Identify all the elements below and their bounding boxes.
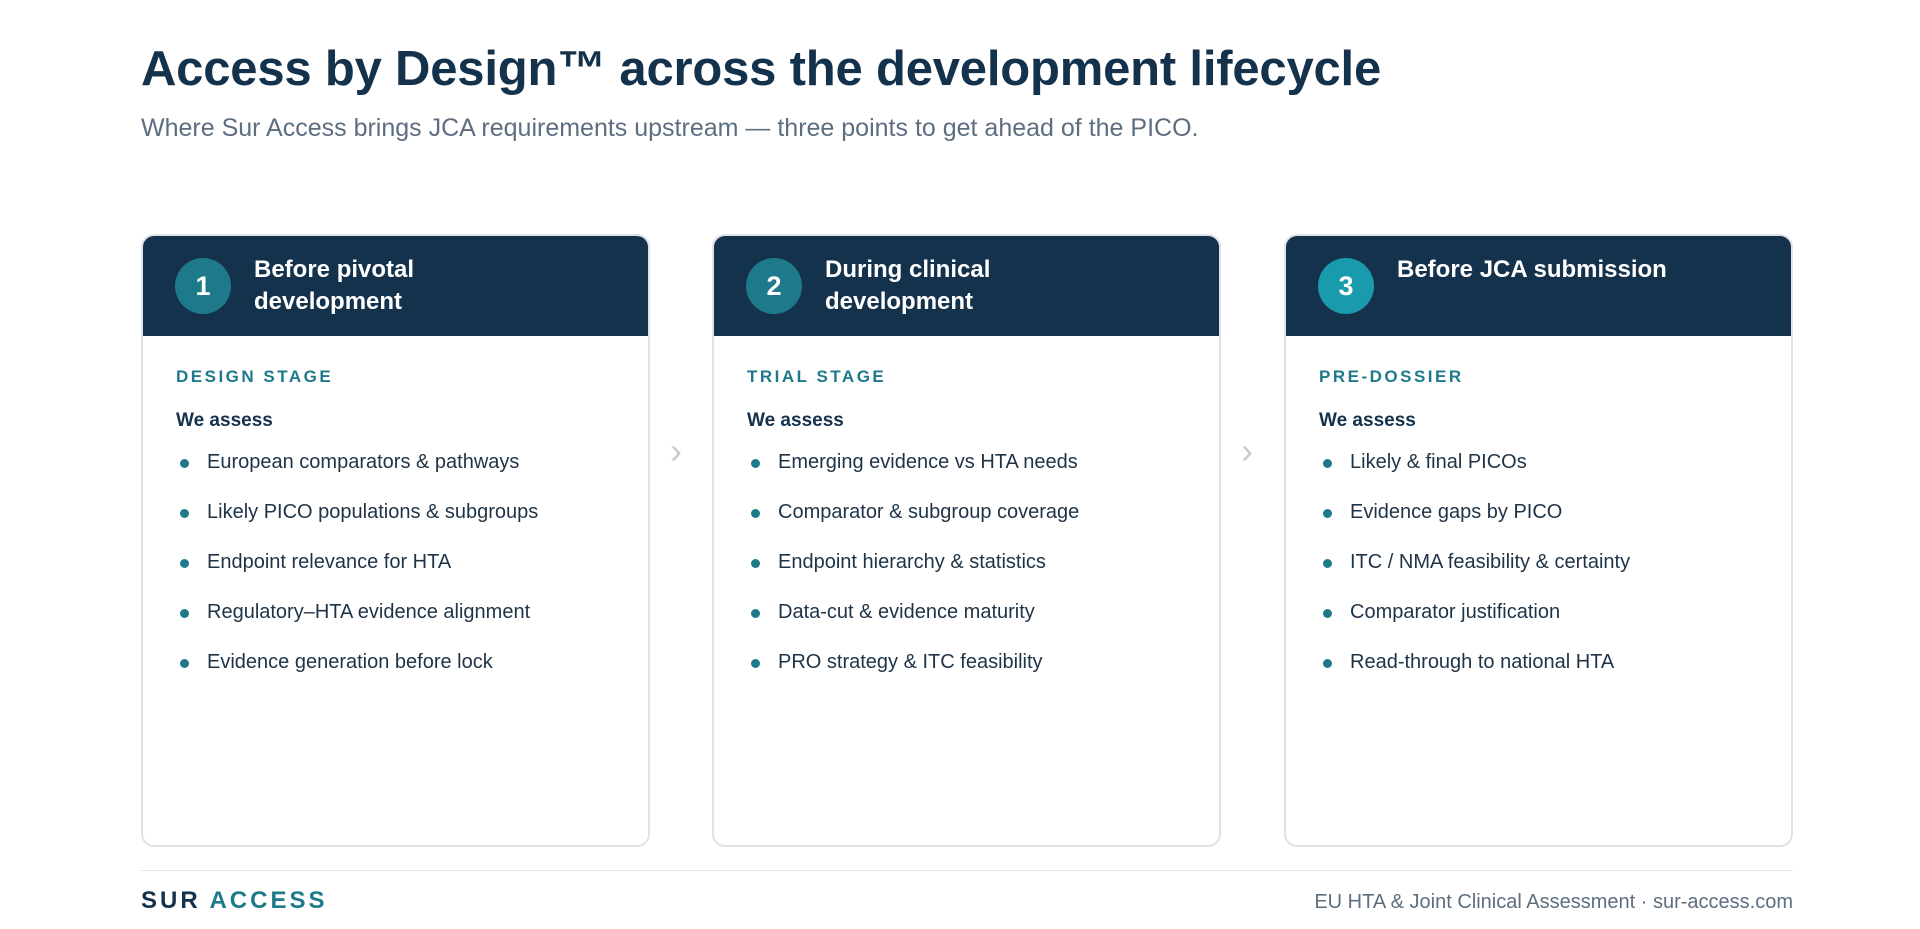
stage-card-header: 2 During clinical development: [714, 236, 1219, 336]
footer-note: EU HTA & Joint Clinical Assessment · sur…: [1314, 891, 1793, 913]
stage-card-1: 1 Before pivotal development DESIGN STAG…: [141, 234, 650, 847]
list-item-text: Emerging evidence vs HTA needs: [778, 451, 1078, 473]
list-item-text: Likely & final PICOs: [1350, 451, 1527, 473]
list-item: Endpoint relevance for HTA: [176, 550, 538, 600]
bullet-dot-icon: [751, 509, 760, 518]
list-item: Read-through to national HTA: [1319, 650, 1630, 700]
assess-list: European comparators & pathways Likely P…: [176, 450, 538, 700]
assess-heading: We assess: [747, 410, 844, 431]
stage-card-3: 3 Before JCA submission PRE-DOSSIER We a…: [1284, 234, 1793, 847]
bullet-dot-icon: [1323, 509, 1332, 518]
assess-list: Likely & final PICOs Evidence gaps by PI…: [1319, 450, 1630, 700]
list-item: Evidence gaps by PICO: [1319, 500, 1630, 550]
bullet-dot-icon: [1323, 459, 1332, 468]
footer-divider: [141, 870, 1793, 871]
list-item-text: ITC / NMA feasibility & certainty: [1350, 551, 1631, 573]
bullet-dot-icon: [180, 659, 189, 668]
list-item: Comparator justification: [1319, 600, 1630, 650]
list-item-text: Data-cut & evidence maturity: [778, 601, 1035, 623]
list-item: Endpoint hierarchy & statistics: [747, 550, 1079, 600]
list-item-text: Regulatory–HTA evidence alignment: [207, 601, 531, 623]
assess-heading: We assess: [176, 410, 273, 431]
bullet-dot-icon: [751, 659, 760, 668]
stage-title: During clinical development: [825, 256, 991, 315]
list-item: ITC / NMA feasibility & certainty: [1319, 550, 1630, 600]
page-subtitle: Where Sur Access brings JCA requirements…: [141, 114, 1199, 142]
stage-card-header: 3 Before JCA submission: [1286, 236, 1791, 336]
list-item-text: Endpoint relevance for HTA: [207, 551, 452, 573]
list-item-text: Evidence generation before lock: [207, 651, 493, 673]
bullet-dot-icon: [180, 509, 189, 518]
list-item-text: Comparator justification: [1350, 601, 1561, 623]
list-item: PRO strategy & ITC feasibility: [747, 650, 1079, 700]
bullet-dot-icon: [751, 459, 760, 468]
bullet-dot-icon: [751, 559, 760, 568]
list-item-text: Likely PICO populations & subgroups: [207, 501, 539, 523]
stage-title: Before pivotal development: [254, 256, 415, 315]
list-item: Likely PICO populations & subgroups: [176, 500, 538, 550]
list-item: Likely & final PICOs: [1319, 450, 1630, 500]
chevron-right-icon: ›: [1241, 430, 1253, 471]
list-item-text: Comparator & subgroup coverage: [778, 501, 1080, 523]
stage-label: TRIAL STAGE: [747, 367, 887, 386]
stage-card-2: 2 During clinical development TRIAL STAG…: [712, 234, 1221, 847]
bullet-dot-icon: [1323, 559, 1332, 568]
bullet-dot-icon: [180, 609, 189, 618]
assess-heading: We assess: [1319, 410, 1416, 431]
step-number-badge: 3: [1318, 258, 1374, 314]
list-item: Comparator & subgroup coverage: [747, 500, 1079, 550]
assess-list: Emerging evidence vs HTA needs Comparato…: [747, 450, 1079, 700]
list-item: Data-cut & evidence maturity: [747, 600, 1079, 650]
stage-label: DESIGN STAGE: [176, 367, 334, 386]
step-number-badge: 2: [746, 258, 802, 314]
brand-logo-first: SUR: [141, 887, 201, 914]
list-item-text: European comparators & pathways: [207, 451, 520, 473]
list-item: Emerging evidence vs HTA needs: [747, 450, 1079, 500]
brand-logo: SUR ACCESS: [141, 887, 327, 915]
slide: Access by Design™ across the development…: [0, 0, 1920, 929]
bullet-dot-icon: [1323, 609, 1332, 618]
stage-label: PRE-DOSSIER: [1319, 367, 1464, 386]
page-title: Access by Design™ across the development…: [141, 42, 1382, 96]
list-item: European comparators & pathways: [176, 450, 538, 500]
bullet-dot-icon: [180, 459, 189, 468]
bullet-dot-icon: [751, 609, 760, 618]
bullet-dot-icon: [180, 559, 189, 568]
list-item: Evidence generation before lock: [176, 650, 538, 700]
list-item-text: PRO strategy & ITC feasibility: [778, 651, 1043, 673]
step-number-badge: 1: [175, 258, 231, 314]
chevron-right-icon: ›: [670, 430, 682, 471]
bullet-dot-icon: [1323, 659, 1332, 668]
stage-title: Before JCA submission: [1397, 256, 1667, 283]
list-item-text: Read-through to national HTA: [1350, 651, 1615, 673]
lifecycle-stages: 1 Before pivotal development DESIGN STAG…: [141, 234, 1793, 847]
list-item: Regulatory–HTA evidence alignment: [176, 600, 538, 650]
brand-logo-second: ACCESS: [209, 887, 328, 914]
stage-card-header: 1 Before pivotal development: [143, 236, 648, 336]
list-item-text: Evidence gaps by PICO: [1350, 501, 1563, 523]
list-item-text: Endpoint hierarchy & statistics: [778, 551, 1046, 573]
